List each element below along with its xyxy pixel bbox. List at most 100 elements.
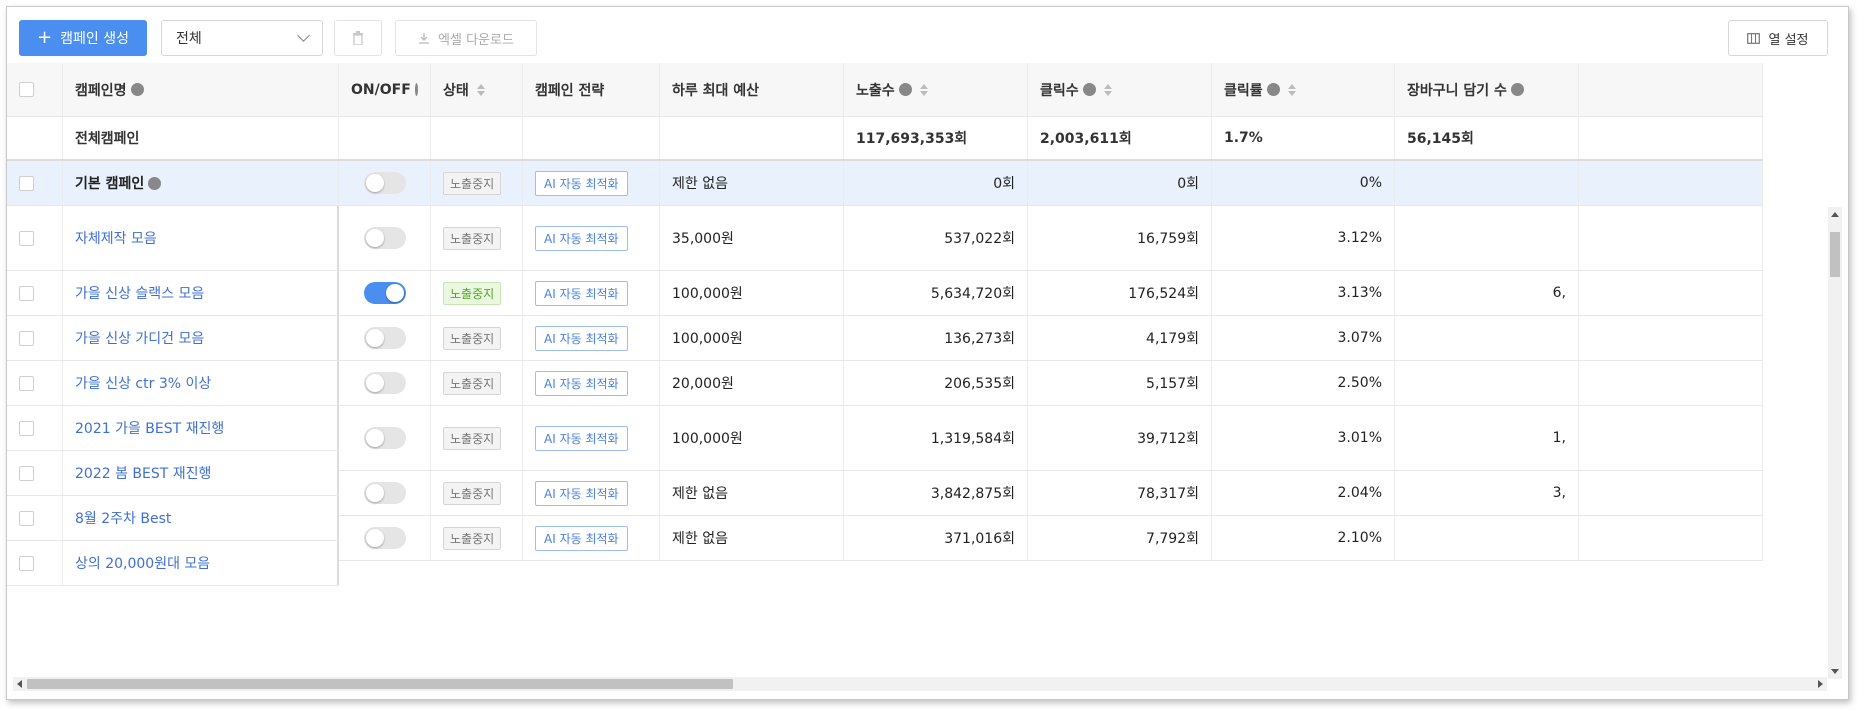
row-select xyxy=(7,161,63,205)
clicks-cell: 7,792회 xyxy=(1028,516,1212,560)
help-icon[interactable] xyxy=(1510,83,1524,96)
status-cell: 노출중지 xyxy=(431,516,523,560)
vertical-scrollbar[interactable] xyxy=(1828,207,1842,679)
campaign-name-link[interactable]: 2022 봄 BEST 재진행 xyxy=(75,463,211,483)
impressions-value: 136,273회 xyxy=(944,331,1015,347)
help-icon[interactable] xyxy=(898,83,912,96)
campaign-name-link[interactable]: 자체제작 모음 xyxy=(75,228,157,248)
impressions-cell: 3,842,875회 xyxy=(844,471,1028,515)
help-icon[interactable] xyxy=(148,176,162,190)
onoff-toggle[interactable] xyxy=(363,282,406,304)
row-checkbox[interactable] xyxy=(19,555,34,571)
campaign-name-link[interactable]: 가을 신상 슬랙스 모음 xyxy=(75,283,204,303)
total-name: 전체캠페인 xyxy=(63,117,339,159)
row-checkbox[interactable] xyxy=(19,330,34,346)
header-strategy: 캠페인 전략 xyxy=(523,63,660,116)
strategy-tag[interactable]: AI 자동 최적화 xyxy=(535,525,628,551)
table-row: 노출중지 AI 자동 최적화 100,000원 136,273회 4,179회 3.07% xyxy=(339,316,1763,361)
sort-desc-icon xyxy=(1287,90,1296,96)
overflow-cell xyxy=(1579,361,1763,405)
impressions-value: 1,319,584회 xyxy=(930,431,1015,447)
row-checkbox[interactable] xyxy=(19,175,34,191)
row-checkbox[interactable] xyxy=(19,375,34,391)
filter-select[interactable]: 전체 xyxy=(161,20,323,56)
budget-cell: 100,000원 xyxy=(660,316,844,360)
help-icon[interactable] xyxy=(1266,83,1280,96)
help-icon[interactable] xyxy=(414,83,418,96)
row-select xyxy=(7,406,63,450)
total-onoff xyxy=(339,117,431,159)
impressions-cell: 371,016회 xyxy=(844,516,1028,560)
header-budget-label: 하루 최대 예산 xyxy=(672,82,760,99)
row-select xyxy=(7,271,63,315)
scroll-right-icon[interactable] xyxy=(1818,680,1823,688)
strategy-tag[interactable]: AI 자동 최적화 xyxy=(535,225,628,251)
campaign-name-link[interactable]: 8월 2주차 Best xyxy=(75,508,171,528)
total-status xyxy=(431,117,523,159)
strategy-cell: AI 자동 최적화 xyxy=(523,471,660,515)
strategy-cell: AI 자동 최적화 xyxy=(523,316,660,360)
clicks-value: 7,792회 xyxy=(1146,531,1199,547)
onoff-toggle[interactable] xyxy=(363,327,406,349)
strategy-tag[interactable]: AI 자동 최적화 xyxy=(535,325,628,351)
vertical-scroll-thumb[interactable] xyxy=(1830,232,1840,277)
onoff-toggle[interactable] xyxy=(363,172,406,194)
header-impressions: 노출수 xyxy=(844,63,1028,116)
total-impressions-value: 117,693,353회 xyxy=(856,131,968,147)
campaign-name-link[interactable]: 가을 신상 ctr 3% 이상 xyxy=(75,373,211,393)
strategy-tag[interactable]: AI 자동 최적화 xyxy=(535,480,628,506)
list-item: 가을 신상 가디건 모음 xyxy=(7,316,339,361)
campaign-name-link[interactable]: 2021 가을 BEST 재진행 xyxy=(75,418,224,438)
total-select xyxy=(7,117,63,159)
horizontal-scroll-thumb[interactable] xyxy=(27,679,733,689)
campaign-name-link[interactable]: 상의 20,000원대 모음 xyxy=(75,553,210,573)
onoff-toggle[interactable] xyxy=(363,427,406,449)
budget-cell: 제한 없음 xyxy=(660,471,844,515)
row-checkbox[interactable] xyxy=(19,465,34,481)
row-checkbox[interactable] xyxy=(19,510,34,526)
onoff-cell xyxy=(339,471,431,515)
sort-icon[interactable] xyxy=(1103,83,1112,96)
column-settings-button[interactable]: 열 설정 xyxy=(1728,20,1828,56)
strategy-tag[interactable]: AI 자동 최적화 xyxy=(535,370,628,396)
sort-icon[interactable] xyxy=(476,83,485,96)
onoff-toggle[interactable] xyxy=(363,227,406,249)
header-impressions-label: 노출수 xyxy=(856,82,895,99)
row-checkbox[interactable] xyxy=(19,420,34,436)
campaign-name-link[interactable]: 가을 신상 가디건 모음 xyxy=(75,328,204,348)
onoff-cell xyxy=(339,406,431,470)
cart-cell xyxy=(1395,316,1579,360)
campaign-name: 2021 가을 BEST 재진행 xyxy=(63,406,339,450)
ctr-value: 2.04% xyxy=(1337,485,1382,501)
ctr-value: 3.13% xyxy=(1337,285,1382,301)
create-campaign-button[interactable]: + 캠페인 생성 xyxy=(19,20,147,56)
campaign-name-label: 기본 캠페인 xyxy=(75,176,145,192)
ctr-value: 3.01% xyxy=(1337,430,1382,446)
help-icon[interactable] xyxy=(1082,83,1096,96)
sort-icon[interactable] xyxy=(919,83,928,96)
onoff-cell xyxy=(339,206,431,270)
table-row: 노출중지 AI 자동 최적화 100,000원 5,634,720회 176,524회 3… xyxy=(339,271,1763,316)
onoff-toggle[interactable] xyxy=(363,372,406,394)
horizontal-scrollbar[interactable] xyxy=(13,677,1827,691)
onoff-toggle[interactable] xyxy=(363,482,406,504)
scroll-up-icon[interactable] xyxy=(1831,212,1839,217)
strategy-tag[interactable]: AI 자동 최적화 xyxy=(535,425,628,451)
scroll-left-icon[interactable] xyxy=(17,680,22,688)
row-checkbox[interactable] xyxy=(19,285,34,301)
strategy-tag[interactable]: AI 자동 최적화 xyxy=(535,280,628,306)
help-icon[interactable] xyxy=(130,83,144,96)
onoff-toggle[interactable] xyxy=(363,527,406,549)
campaign-name: 가을 신상 가디건 모음 xyxy=(63,316,339,360)
delete-button[interactable] xyxy=(334,20,382,56)
scroll-down-icon[interactable] xyxy=(1831,669,1839,674)
table-row: 노출중지 AI 자동 최적화 100,000원 1,319,584회 39,712회 3.… xyxy=(339,406,1763,471)
budget-value: 35,000원 xyxy=(672,231,734,247)
row-checkbox[interactable] xyxy=(19,230,34,246)
cart-value: 1, xyxy=(1552,430,1566,446)
strategy-tag[interactable]: AI 자동 최적화 xyxy=(535,170,628,196)
excel-download-button[interactable]: 엑셀 다운로드 xyxy=(395,20,537,56)
sort-desc-icon xyxy=(919,90,928,96)
sort-icon[interactable] xyxy=(1287,83,1296,96)
select-all-checkbox[interactable] xyxy=(19,82,34,97)
